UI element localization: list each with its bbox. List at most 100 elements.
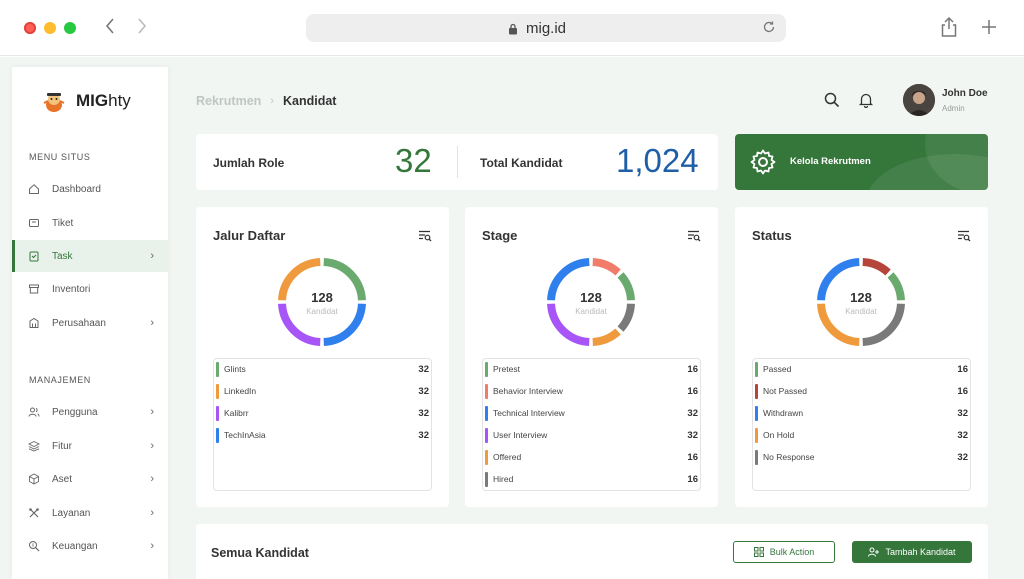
browser-toolbar: mig.id (0, 0, 1024, 56)
sidebar-item-label: Aset (52, 473, 73, 485)
bulk-action-button[interactable]: Bulk Action (733, 541, 835, 563)
sidebar-item-pengguna[interactable]: Pengguna › (12, 396, 168, 428)
maximize-window-button[interactable] (64, 22, 76, 34)
donut-chart: 128 Kandidat (817, 258, 905, 346)
legend-item: Glints 32 (214, 359, 431, 381)
legend-item: Passed 16 (753, 359, 970, 381)
sidebar-item-label: Tiket (52, 217, 74, 229)
sidebar-item-label: Perusahaan (52, 317, 106, 329)
close-window-button[interactable] (24, 22, 36, 34)
legend-label: On Hold (763, 430, 795, 440)
legend-label: TechInAsia (224, 430, 266, 440)
breadcrumb-current: Kandidat (282, 94, 337, 108)
donut-segment-pretest[interactable] (617, 272, 635, 301)
donut-segment-passed[interactable] (887, 272, 905, 301)
legend-swatch (755, 428, 758, 443)
sidebar-item-perusahaan[interactable]: Perusahaan › (12, 307, 168, 339)
legend-item: Technical Interview 32 (483, 403, 700, 425)
legend-list: Pretest 16 Behavior Interview 16 Technical I… (482, 358, 701, 491)
lock-icon (508, 22, 518, 40)
back-arrow-icon[interactable] (100, 16, 120, 40)
legend-swatch (216, 384, 219, 399)
legend-label: Withdrawn (763, 408, 804, 418)
chevron-right-icon: › (150, 250, 154, 262)
legend-value: 32 (418, 364, 429, 375)
breadcrumb-parent-link[interactable]: Rekrutmen (196, 94, 261, 108)
stage-card: Stage 128 Kandidat Pretest 16 Behavior Int… (465, 207, 718, 507)
sidebar-item-keuangan[interactable]: Keuangan › (12, 530, 168, 562)
address-bar[interactable]: mig.id (306, 14, 786, 42)
legend-swatch (485, 428, 488, 443)
sidebar-item-label: Keuangan (52, 540, 98, 552)
legend-item: Not Passed 16 (753, 381, 970, 403)
kelola-rekrutmen-label: Kelola Rekrutmen (790, 156, 871, 167)
legend-label: No Response (763, 452, 815, 462)
minimize-window-button[interactable] (44, 22, 56, 34)
legend-swatch (216, 406, 219, 421)
legend-value: 32 (957, 452, 968, 463)
gear-icon (749, 148, 777, 181)
donut-segment-not-passed[interactable] (862, 258, 891, 276)
box-icon (28, 473, 40, 485)
notification-bell-icon[interactable] (858, 92, 874, 113)
search-icon[interactable] (824, 92, 840, 113)
forward-arrow-icon[interactable] (132, 16, 152, 40)
legend-item: Behavior Interview 16 (483, 381, 700, 403)
filter-search-icon[interactable] (418, 229, 432, 247)
legend-item: Hired 16 (483, 469, 700, 491)
sidebar-item-layanan[interactable]: Layanan › (12, 497, 168, 529)
legend-value: 16 (957, 364, 968, 375)
filter-search-icon[interactable] (957, 229, 971, 247)
sidebar-item-task[interactable]: Task › (12, 240, 168, 272)
total-kandidat-value: 1,024 (616, 142, 699, 179)
mascot-logo-icon (43, 93, 65, 112)
add-candidate-button[interactable]: Tambah Kandidat (852, 541, 972, 563)
chevron-right-icon: › (150, 317, 154, 329)
app-container: MIGhty MENU SITUS Dashboard Tiket Task ›… (0, 57, 1024, 579)
jumlah-role-label: Jumlah Role (213, 156, 285, 170)
semua-kandidat-card: Semua Kandidat Bulk Action Tambah Kandid… (196, 524, 988, 579)
legend-swatch (485, 406, 488, 421)
reload-icon[interactable] (762, 20, 776, 39)
new-tab-icon[interactable] (980, 16, 998, 43)
legend-item: Offered 16 (483, 447, 700, 469)
sidebar-item-label: Pengguna (52, 406, 98, 418)
legend-label: Behavior Interview (493, 386, 563, 396)
avatar[interactable] (903, 84, 935, 116)
donut-segment-offered[interactable] (592, 328, 621, 346)
legend-value: 32 (687, 430, 698, 441)
status-card: Status 128 Kandidat Passed 16 Not Passed 16… (735, 207, 988, 507)
section-title: Semua Kandidat (211, 546, 309, 560)
legend-label: Not Passed (763, 386, 807, 396)
share-icon[interactable] (940, 16, 958, 43)
legend-list: Passed 16 Not Passed 16 Withdrawn 32 On Hold 32… (752, 358, 971, 491)
sidebar-item-dashboard[interactable]: Dashboard (12, 173, 168, 205)
sidebar-item-tiket[interactable]: Tiket (12, 207, 168, 239)
sidebar-item-fitur[interactable]: Fitur › (12, 430, 168, 462)
legend-list: Glints 32 LinkedIn 32 Kalibrr 32 TechInAsia 32 (213, 358, 432, 491)
user-name[interactable]: John Doe (942, 88, 988, 99)
total-kandidat-label: Total Kandidat (480, 156, 563, 170)
kelola-rekrutmen-button[interactable]: Kelola Rekrutmen (735, 134, 988, 190)
legend-value: 32 (418, 408, 429, 419)
card-title: Stage (482, 228, 518, 243)
donut-total-label: Kandidat (306, 307, 338, 316)
legend-label: Offered (493, 452, 522, 462)
donut-chart: 128 Kandidat (278, 258, 366, 346)
chevron-right-icon: › (150, 540, 154, 552)
donut-total-label: Kandidat (845, 307, 877, 316)
brand-logo[interactable]: MIGhty (40, 89, 131, 113)
donut-segment-hired[interactable] (617, 303, 635, 332)
sidebar-item-label: Dashboard (52, 183, 101, 195)
user-role: Admin (942, 104, 965, 113)
sidebar-item-inventori[interactable]: Inventori (12, 273, 168, 305)
sidebar-item-aset[interactable]: Aset › (12, 463, 168, 495)
card-title: Jalur Daftar (213, 228, 286, 243)
donut-segment-behavior-interview[interactable] (592, 258, 621, 276)
donut-total: 128 (311, 290, 333, 305)
card-title: Status (752, 228, 792, 243)
bulk-action-label: Bulk Action (769, 547, 815, 557)
filter-search-icon[interactable] (687, 229, 701, 247)
breadcrumb-separator: › (270, 95, 274, 107)
legend-label: Glints (224, 364, 246, 374)
